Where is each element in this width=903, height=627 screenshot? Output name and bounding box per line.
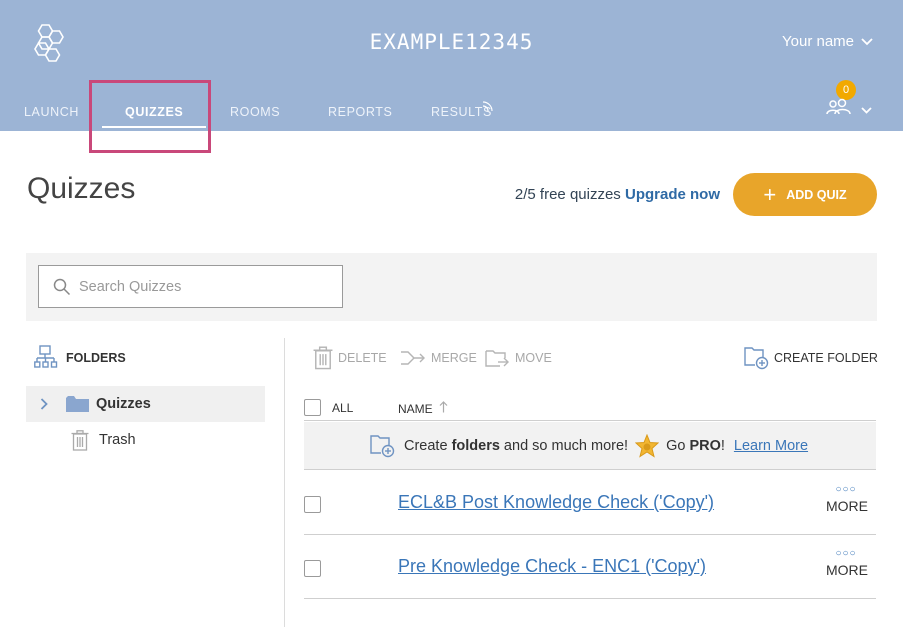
move-button[interactable]: MOVE — [485, 344, 552, 372]
pro-star-icon — [635, 433, 660, 458]
sort-ascending-icon — [439, 401, 448, 413]
folder-icon — [66, 396, 89, 412]
promo-text: Create folders and so much more! — [404, 437, 629, 454]
table-row: ECL&B Post Knowledge Check ('Copy') ○○○ … — [304, 471, 876, 535]
vertical-divider — [284, 338, 285, 627]
sidebar-item-quizzes[interactable]: Quizzes — [26, 386, 265, 422]
search-icon — [53, 278, 71, 295]
row-checkbox[interactable] — [304, 496, 321, 513]
quota-text: 2/5 free quizzes — [514, 186, 621, 203]
user-name: Your name — [782, 33, 854, 50]
more-button[interactable]: ○○○ MORE — [826, 484, 868, 514]
upgrade-promo-banner: Create folders and so much more! Go PRO!… — [304, 422, 876, 470]
upgrade-link[interactable]: Upgrade now — [625, 186, 720, 203]
tab-reports[interactable]: REPORTS — [328, 97, 392, 131]
select-all-checkbox[interactable] — [304, 399, 321, 416]
search-field — [38, 265, 343, 308]
folders-heading: FOLDERS — [34, 345, 126, 371]
merge-icon — [401, 351, 425, 365]
sidebar-item-label: Trash — [99, 432, 136, 448]
add-quiz-label: ADD QUIZ — [786, 187, 847, 202]
more-dots-icon: ○○○ — [835, 484, 857, 495]
tab-quizzes[interactable]: QUIZZES — [102, 97, 207, 131]
table-row: Pre Knowledge Check - ENC1 ('Copy') ○○○ … — [304, 535, 876, 599]
more-dots-icon: ○○○ — [835, 548, 857, 559]
move-folder-icon — [485, 350, 509, 367]
go-pro-text: Go PRO! — [666, 437, 725, 454]
create-folder-icon — [744, 347, 769, 370]
select-all-label: ALL — [332, 401, 354, 415]
page-title: Quizzes — [27, 172, 136, 205]
search-input[interactable] — [79, 278, 319, 295]
learn-more-link[interactable]: Learn More — [734, 438, 808, 454]
delete-button[interactable]: DELETE — [313, 344, 387, 372]
more-button[interactable]: ○○○ MORE — [826, 548, 868, 578]
app-header: EXAMPLE12345 Your name LAUNCH QUIZZES RO… — [0, 0, 903, 131]
quiz-name-link[interactable]: ECL&B Post Knowledge Check ('Copy') — [398, 492, 714, 513]
row-checkbox[interactable] — [304, 560, 321, 577]
plus-icon: + — [763, 181, 777, 207]
sidebar-item-trash[interactable]: Trash — [26, 422, 265, 458]
create-folder-icon — [370, 434, 395, 457]
chevron-right-icon[interactable] — [40, 398, 48, 410]
folder-tree-icon — [34, 345, 58, 368]
table-header: ALL NAME — [304, 393, 876, 421]
chevron-down-icon — [861, 37, 873, 45]
tab-rooms[interactable]: ROOMS — [230, 97, 280, 131]
tab-launch[interactable]: LAUNCH — [24, 97, 79, 131]
trash-icon — [313, 346, 333, 370]
user-menu[interactable]: Your name — [782, 33, 873, 50]
trash-icon — [71, 429, 89, 451]
live-signal-icon — [482, 101, 493, 111]
create-folder-button[interactable]: CREATE FOLDER — [744, 344, 878, 372]
quota-info: 2/5 free quizzes Upgrade now — [515, 186, 720, 203]
active-tab-underline — [102, 126, 207, 128]
add-quiz-button[interactable]: + ADD QUIZ — [733, 173, 877, 216]
chevron-down-icon — [861, 107, 872, 114]
students-icon — [826, 98, 851, 115]
student-count-badge: 0 — [836, 80, 856, 100]
student-count-button[interactable]: 0 — [825, 80, 875, 120]
search-bar-area — [26, 253, 877, 321]
room-name: EXAMPLE12345 — [369, 30, 534, 54]
name-column-header[interactable]: NAME — [398, 401, 448, 416]
quiz-name-link[interactable]: Pre Knowledge Check - ENC1 ('Copy') — [398, 556, 706, 577]
tab-results[interactable]: RESULTS — [431, 97, 493, 131]
sidebar-item-label: Quizzes — [96, 396, 151, 412]
merge-button[interactable]: MERGE — [400, 344, 477, 372]
